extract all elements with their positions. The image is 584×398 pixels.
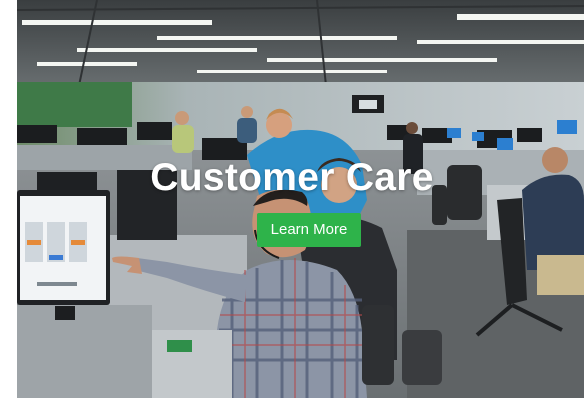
learn-more-button[interactable]: Learn More bbox=[257, 213, 361, 247]
hero-heading: Customer Care bbox=[150, 156, 434, 199]
page-frame: Customer Care Learn More bbox=[0, 0, 584, 398]
